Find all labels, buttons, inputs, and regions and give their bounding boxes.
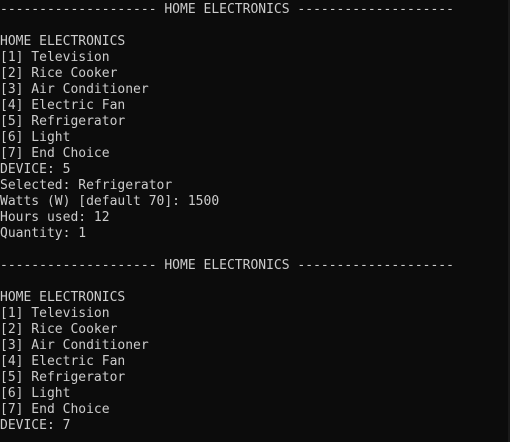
menu-option-electric-fan: [4] Electric Fan bbox=[0, 98, 126, 113]
banner-line: -------------------- HOME ELECTRONICS --… bbox=[0, 2, 454, 17]
menu-option-light: [6] Light bbox=[0, 386, 71, 401]
device-prompt: DEVICE: 5 bbox=[0, 162, 71, 177]
menu-option-air-conditioner: [3] Air Conditioner bbox=[0, 82, 149, 97]
menu-option-end-choice: [7] End Choice bbox=[0, 402, 110, 417]
selected-device: Selected: Refrigerator bbox=[0, 178, 173, 193]
device-prompt: DEVICE: 7 bbox=[0, 418, 71, 433]
menu-heading: HOME ELECTRONICS bbox=[0, 290, 126, 305]
menu-option-refrigerator: [5] Refrigerator bbox=[0, 370, 126, 385]
console-output[interactable]: -------------------- HOME ELECTRONICS --… bbox=[0, 0, 510, 442]
menu-option-refrigerator: [5] Refrigerator bbox=[0, 114, 126, 129]
menu-option-electric-fan: [4] Electric Fan bbox=[0, 354, 126, 369]
menu-option-television: [1] Television bbox=[0, 306, 110, 321]
menu-option-television: [1] Television bbox=[0, 50, 110, 65]
menu-option-end-choice: [7] End Choice bbox=[0, 146, 110, 161]
banner-line: -------------------- HOME ELECTRONICS --… bbox=[0, 258, 454, 273]
menu-option-light: [6] Light bbox=[0, 130, 71, 145]
hours-prompt: Hours used: 12 bbox=[0, 210, 110, 225]
quantity-prompt: Quantity: 1 bbox=[0, 226, 87, 241]
menu-heading: HOME ELECTRONICS bbox=[0, 34, 126, 49]
menu-option-rice-cooker: [2] Rice Cooker bbox=[0, 322, 118, 337]
menu-option-air-conditioner: [3] Air Conditioner bbox=[0, 338, 149, 353]
menu-option-rice-cooker: [2] Rice Cooker bbox=[0, 66, 118, 81]
watts-prompt: Watts (W) [default 70]: 1500 bbox=[0, 194, 220, 209]
